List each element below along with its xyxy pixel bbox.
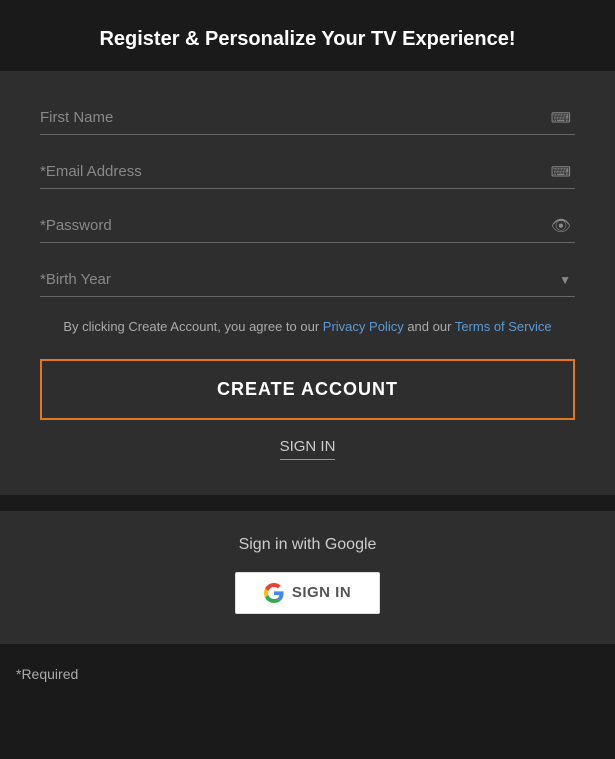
card-gap (0, 495, 615, 503)
password-group: 👁 (40, 209, 575, 243)
birth-year-group: *Birth Year 200520042003 200220012000 19… (40, 263, 575, 297)
privacy-policy-link[interactable]: Privacy Policy (323, 319, 404, 334)
email-group: ⌨ (40, 155, 575, 189)
first-name-group: ⌨ (40, 101, 575, 135)
required-note: *Required (0, 652, 615, 696)
birth-year-select[interactable]: *Birth Year 200520042003 200220012000 19… (40, 263, 575, 296)
terms-of-service-link[interactable]: Terms of Service (455, 319, 552, 334)
google-sign-in-card: Sign in with Google SIGN IN (0, 511, 615, 644)
card-gap-2 (0, 644, 615, 652)
first-name-input[interactable] (40, 101, 575, 134)
password-input[interactable] (40, 209, 575, 242)
google-logo-icon (264, 583, 284, 603)
google-button-label: SIGN IN (292, 584, 351, 601)
email-input[interactable] (40, 155, 575, 188)
google-sign-in-label: Sign in with Google (239, 536, 377, 554)
google-sign-in-button[interactable]: SIGN IN (235, 572, 380, 614)
terms-text: By clicking Create Account, you agree to… (40, 317, 575, 337)
page-title: Register & Personalize Your TV Experienc… (0, 0, 615, 71)
create-account-button[interactable]: CREATE ACCOUNT (40, 359, 575, 420)
sign-in-link[interactable]: SIGN IN (280, 438, 336, 460)
registration-form-card: ⌨ ⌨ 👁 *Birth Year 200520042003 200220012… (0, 71, 615, 495)
